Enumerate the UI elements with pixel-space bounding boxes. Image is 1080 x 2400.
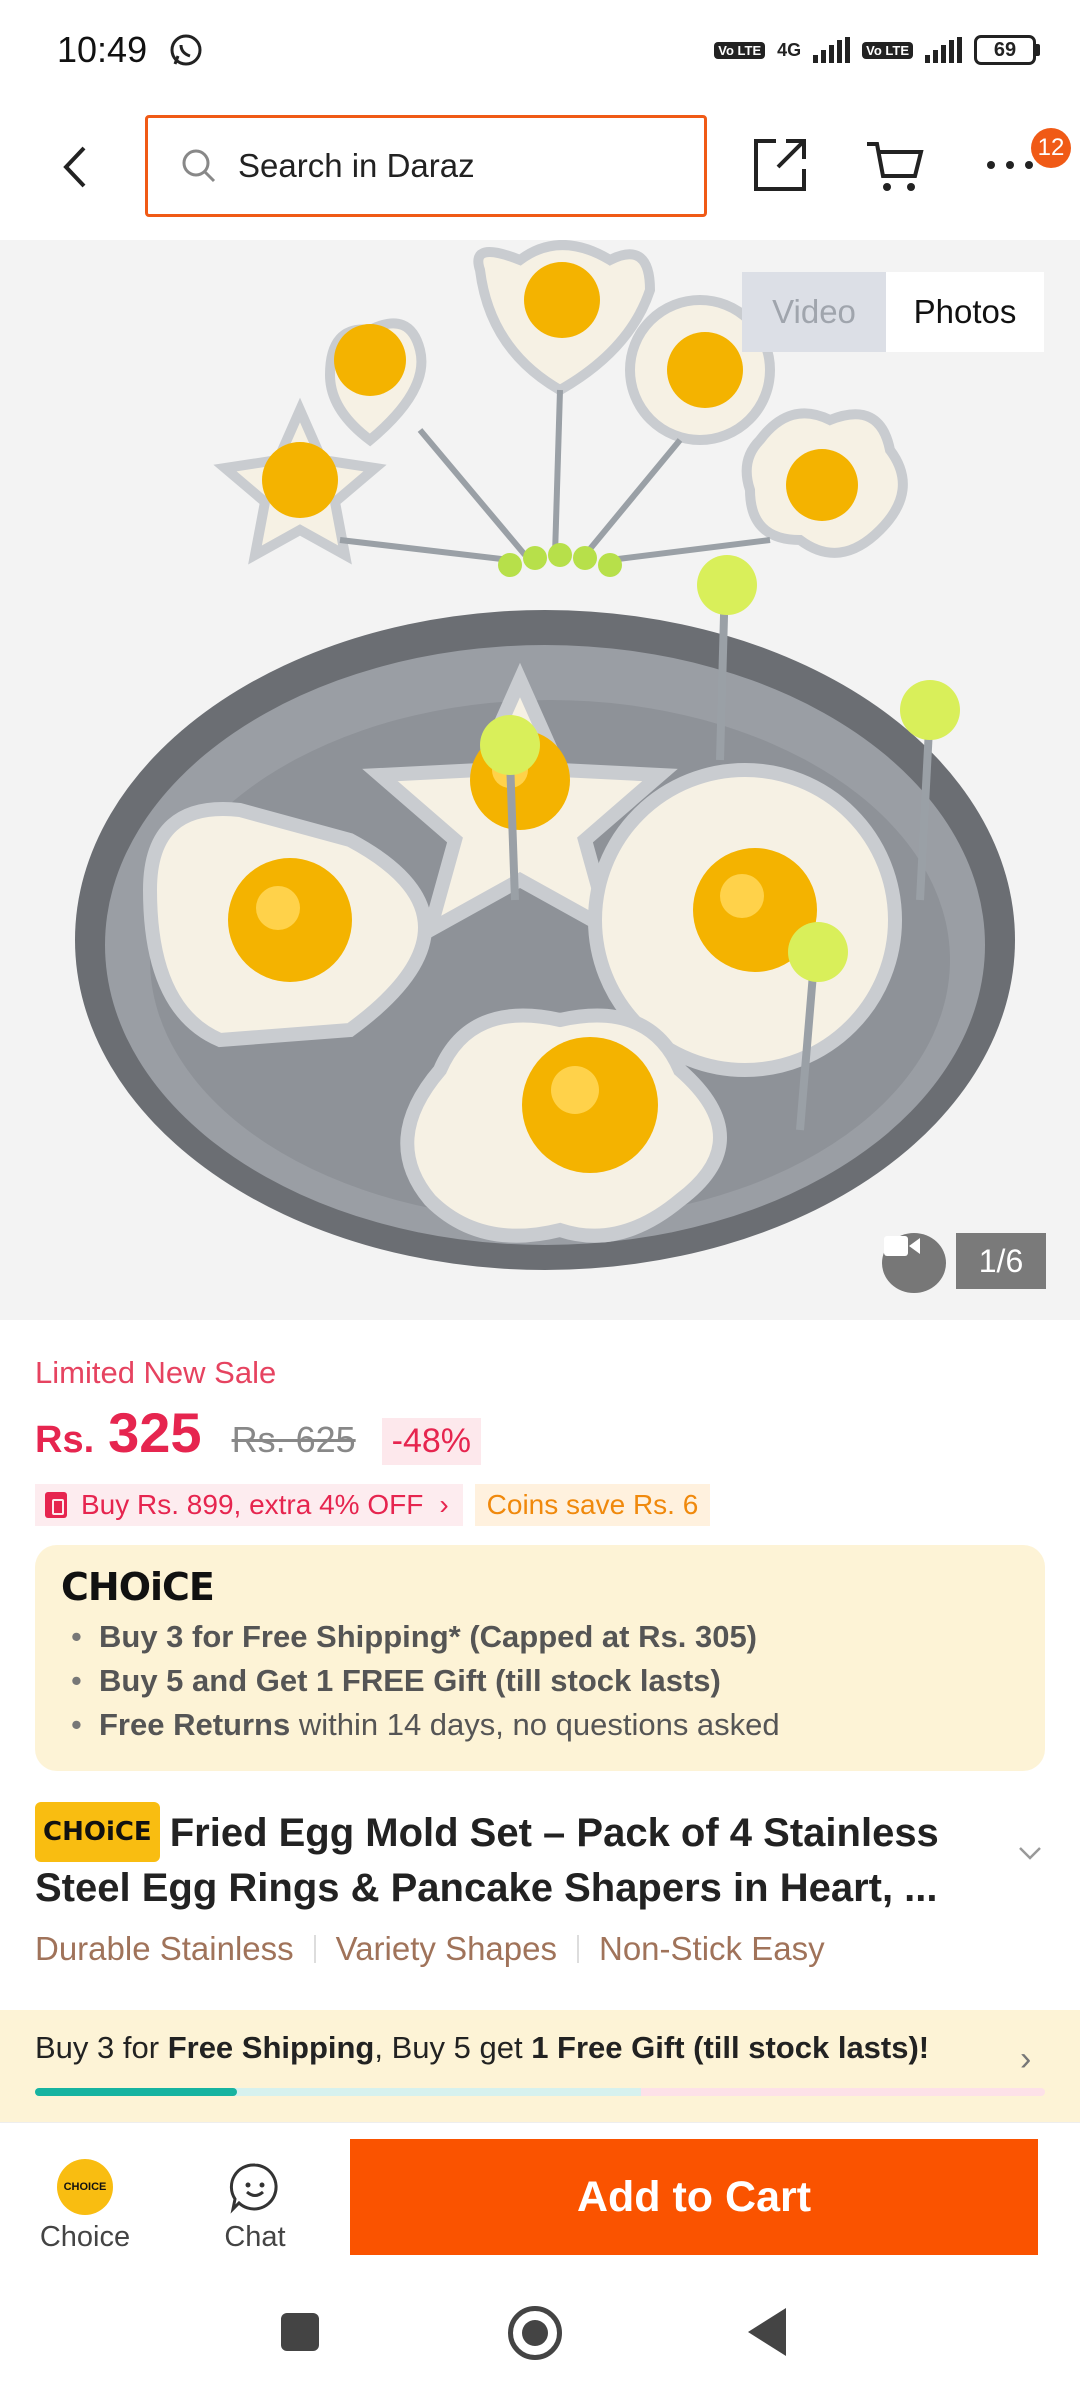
shipping-promo-text: Buy 3 for Free Shipping, Buy 5 get 1 Fre… [35, 2030, 930, 2065]
choice-label: Choice [39, 2221, 131, 2253]
chat-button[interactable]: Chat [200, 2159, 310, 2254]
product-photo [75, 240, 1015, 1270]
bottom-action-bar: CHOICE Choice Chat Add to Cart [0, 2122, 1080, 2264]
choice-benefits-list: Buy 3 for Free Shipping* (Capped at Rs. … [61, 1615, 1019, 1747]
notification-badge: 12 [1031, 128, 1071, 168]
coins-promo[interactable]: Coins save Rs. 6 [474, 1484, 711, 1526]
current-price: 325 [108, 1401, 202, 1464]
more-options-icon[interactable] [985, 150, 1035, 180]
voucher-promo[interactable]: Buy Rs. 899, extra 4% OFF › [35, 1484, 463, 1526]
share-icon[interactable] [752, 135, 810, 193]
voucher-icon [45, 1492, 67, 1518]
volte-badge-1: Vo LTE [714, 41, 766, 59]
choice-button[interactable]: CHOICE Choice [30, 2159, 140, 2254]
chevron-right-icon: › [1020, 2040, 1032, 2078]
choice-icon: CHOICE [57, 2159, 113, 2215]
video-camera-icon[interactable] [882, 1233, 946, 1293]
battery-level: 69 [974, 35, 1036, 65]
product-title-text: Fried Egg Mold Set – Pack of 4 Stainless… [35, 1811, 939, 1910]
chat-label: Chat [224, 2221, 286, 2253]
recent-apps-icon[interactable] [281, 2313, 319, 2351]
chevron-right-icon: › [439, 1489, 449, 1520]
cart-icon[interactable] [865, 138, 925, 194]
status-time: 10:49 [57, 29, 148, 70]
tab-photos[interactable]: Photos [886, 272, 1044, 352]
tab-video[interactable]: Video [742, 272, 886, 352]
discount-badge: -48% [381, 1418, 482, 1465]
choice-tag: CHOiCE [35, 1802, 160, 1862]
shipping-progress-bar [35, 2088, 1045, 2096]
product-title[interactable]: CHOiCE Fried Egg Mold Set – Pack of 4 Sta… [35, 1802, 1015, 1914]
back-icon[interactable] [748, 2308, 786, 2356]
signal-icon-1 [813, 37, 851, 63]
list-item: Free Returns within 14 days, no question… [61, 1703, 1019, 1747]
search-icon [182, 149, 216, 183]
sale-label: Limited New Sale [35, 1355, 277, 1390]
status-bar: 10:49 Vo LTE 4G Vo LTE 69 [0, 0, 1080, 100]
promo-row: Buy Rs. 899, extra 4% OFF › Coins save R… [35, 1484, 711, 1526]
network-type: 4G [777, 39, 802, 60]
product-image-gallery[interactable]: Video Photos 1/6 [0, 240, 1080, 1320]
feature-tag: Durable Stainless [35, 1930, 294, 1967]
chevron-down-icon[interactable] [1015, 1838, 1045, 1868]
choice-benefits-box[interactable]: CHOiCE Buy 3 for Free Shipping* (Capped … [35, 1545, 1045, 1771]
top-header: Search in Daraz 12 [0, 100, 1080, 240]
price-row: Rs. 325 Rs. 625 -48% [35, 1400, 482, 1465]
shipping-progress-fill [35, 2088, 237, 2096]
add-to-cart-button[interactable]: Add to Cart [350, 2139, 1038, 2255]
signal-icon-2 [925, 37, 962, 63]
feature-tags: Durable Stainless Variety Shapes Non-Sti… [35, 1930, 825, 1968]
search-placeholder: Search in Daraz [238, 147, 475, 184]
image-counter: 1/6 [956, 1233, 1046, 1289]
list-item: Buy 3 for Free Shipping* (Capped at Rs. … [61, 1615, 1019, 1659]
shipping-promo-banner[interactable]: Buy 3 for Free Shipping, Buy 5 get 1 Fre… [0, 2010, 1080, 2122]
home-icon[interactable] [508, 2306, 562, 2360]
chat-icon [229, 2163, 278, 2214]
voucher-text: Buy Rs. 899, extra 4% OFF [81, 1489, 424, 1520]
media-toggle: Video Photos [742, 272, 1044, 352]
feature-tag: Variety Shapes [335, 1930, 557, 1967]
whatsapp-icon [170, 34, 202, 66]
system-nav-bar [0, 2264, 1080, 2400]
search-input[interactable]: Search in Daraz [145, 115, 707, 217]
feature-tag: Non-Stick Easy [599, 1930, 825, 1967]
choice-logo: CHOiCE [61, 1565, 215, 1609]
back-arrow-icon[interactable] [52, 142, 102, 192]
volte-badge-2: Vo LTE [862, 41, 913, 59]
list-item: Buy 5 and Get 1 FREE Gift (till stock la… [61, 1659, 1019, 1703]
original-price: Rs. 625 [231, 1419, 356, 1460]
currency-symbol: Rs. [35, 1419, 95, 1461]
battery-icon: 69 [974, 35, 1040, 65]
